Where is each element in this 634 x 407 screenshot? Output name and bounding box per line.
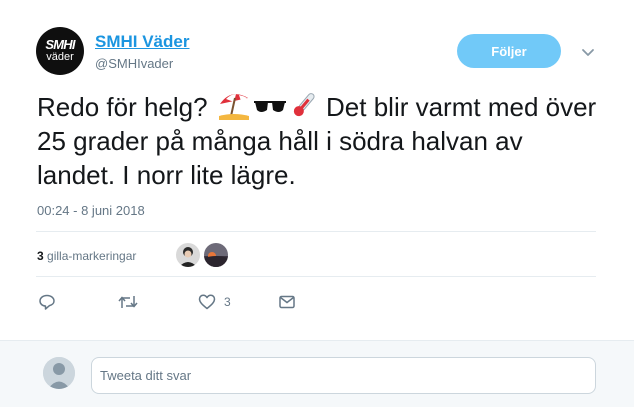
thermometer-icon xyxy=(293,93,315,117)
likes-label-text: gilla-markeringar xyxy=(47,249,137,263)
user-avatar[interactable] xyxy=(43,357,75,389)
like-count: 3 xyxy=(224,295,231,309)
reply-button[interactable] xyxy=(38,292,56,312)
screen-name: @SMHIvader xyxy=(95,56,174,71)
divider-top xyxy=(36,231,596,232)
sunset-photo-icon xyxy=(204,243,228,267)
tweet-timestamp[interactable]: 00:24 - 8 juni 2018 xyxy=(37,203,145,218)
avatar-logo-text: SMHI xyxy=(45,37,75,52)
likes-count: 3 xyxy=(37,249,44,263)
retweet-button[interactable] xyxy=(118,292,138,312)
tweet-card: SMHI väder SMHI Väder @SMHIvader Följer … xyxy=(0,0,634,340)
reply-input[interactable]: Tweeta ditt svar xyxy=(91,357,596,394)
display-name-link[interactable]: SMHI Väder xyxy=(95,32,189,52)
sunglasses-icon xyxy=(253,101,286,112)
direct-message-button[interactable] xyxy=(278,292,296,312)
chevron-down-icon[interactable] xyxy=(580,44,596,60)
like-button[interactable]: 3 xyxy=(198,292,231,312)
person-photo-icon xyxy=(176,243,200,267)
default-user-icon xyxy=(43,357,75,389)
following-button[interactable]: Följer xyxy=(457,34,561,68)
divider-bottom xyxy=(36,276,596,277)
reply-icon xyxy=(39,294,55,310)
retweet-icon xyxy=(118,296,138,308)
tweet-text-start: Redo för helg? xyxy=(37,92,215,122)
tweet-text: Redo för helg? Det blir varmt med över 2… xyxy=(37,90,597,192)
envelope-icon xyxy=(279,295,295,309)
liker-avatar[interactable] xyxy=(176,243,200,267)
beach-umbrella-icon xyxy=(218,94,249,120)
account-avatar[interactable]: SMHI väder xyxy=(36,27,84,75)
avatar-logo-subtext: väder xyxy=(46,51,74,63)
heart-icon xyxy=(198,294,216,310)
liker-avatar[interactable] xyxy=(204,243,228,267)
likes-count-link[interactable]: 3 gilla-markeringar xyxy=(37,249,136,263)
